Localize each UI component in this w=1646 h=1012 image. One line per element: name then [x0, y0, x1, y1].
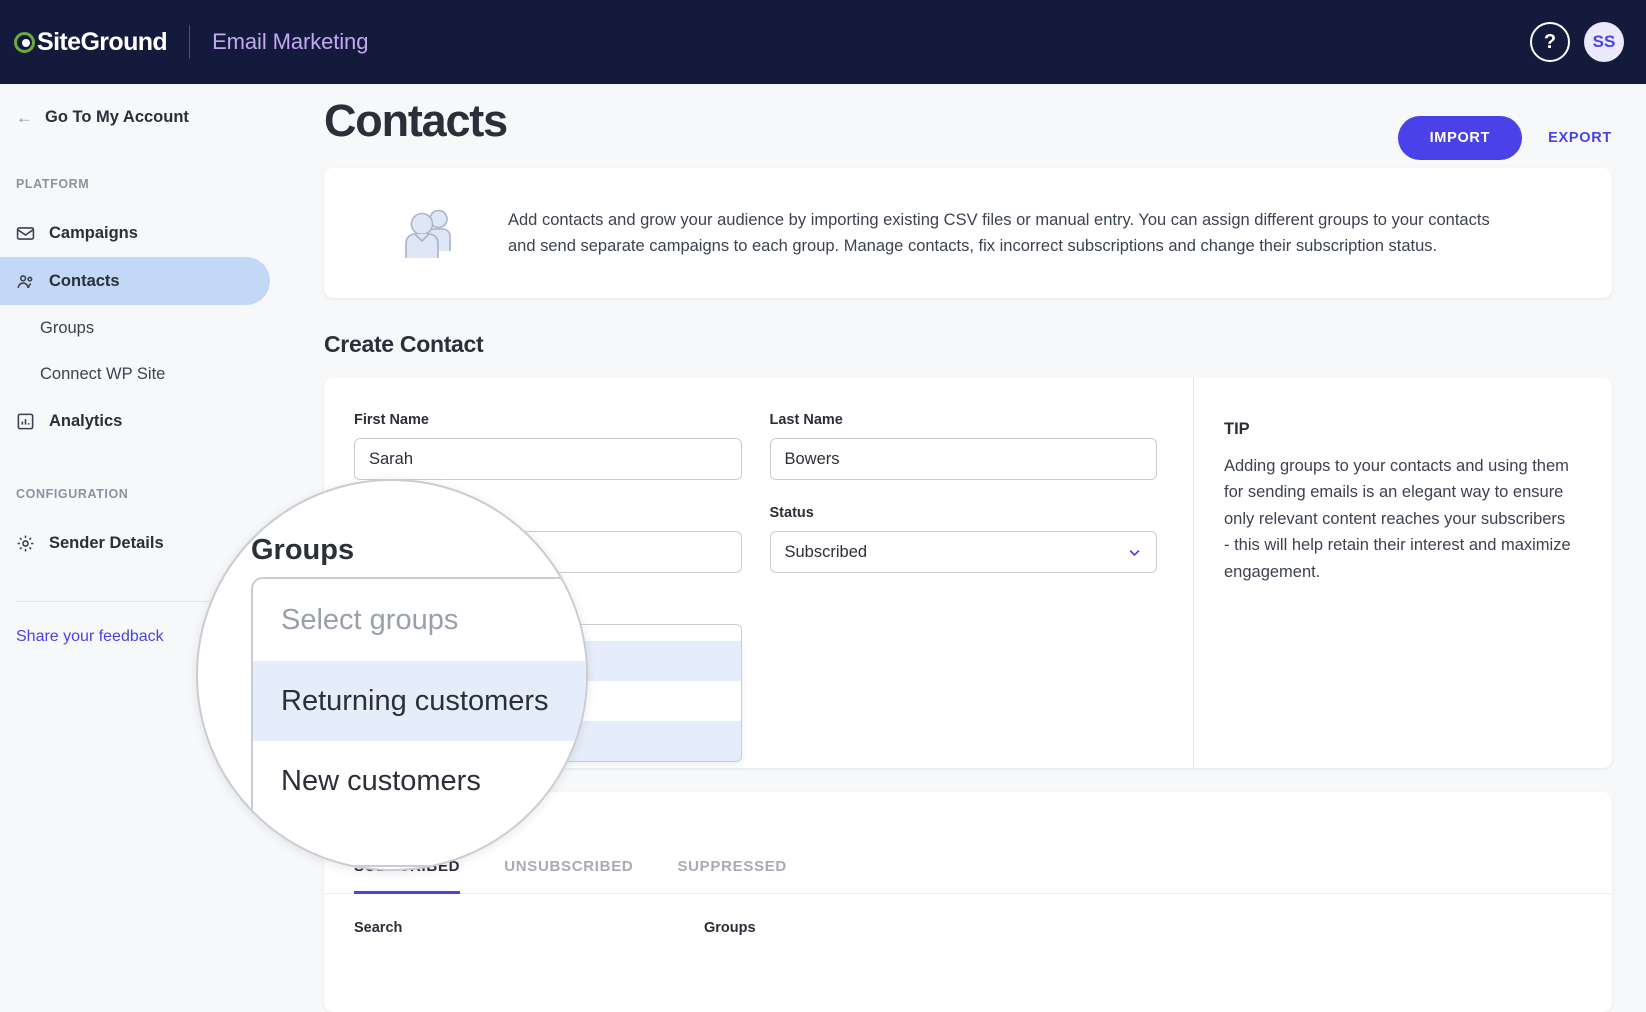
info-banner: Add contacts and grow your audience by i… [324, 168, 1612, 298]
form-row-names: First Name Last Name [354, 412, 1157, 480]
search-filter-group: Search [354, 920, 674, 936]
sidebar-item-label: Campaigns [49, 223, 138, 242]
people-icon [17, 274, 33, 288]
sidebar-item-label: Sender Details [49, 533, 164, 552]
create-contact-heading: Create Contact [324, 331, 484, 357]
avatar[interactable]: SS [1584, 22, 1624, 62]
help-icon[interactable]: ? [1530, 22, 1570, 62]
go-to-my-account-label: Go To My Account [45, 108, 189, 126]
groups-spacer [770, 598, 1158, 666]
tip-panel: TIP Adding groups to your contacts and u… [1194, 378, 1612, 768]
last-name-input[interactable] [769, 438, 1157, 480]
sidebar-item-contacts[interactable]: Contacts [0, 257, 270, 305]
sidebar-section-platform: PLATFORM [16, 177, 90, 191]
status-value: Subscribed [784, 542, 868, 561]
brand-divider [189, 25, 191, 59]
sidebar-item-analytics[interactable]: Analytics [0, 397, 290, 445]
top-header-bar: SiteGround Email Marketing ? SS [0, 0, 1646, 84]
chart-icon [17, 413, 34, 429]
header-actions: ? SS [1530, 22, 1624, 62]
tip-body: Adding groups to your contacts and using… [1224, 457, 1571, 581]
first-name-input[interactable] [354, 438, 742, 480]
siteground-mark-icon [14, 31, 35, 53]
siteground-logo[interactable]: SiteGround [14, 27, 168, 57]
groups-filter-label: Groups [704, 920, 756, 936]
last-name-label: Last Name [769, 412, 843, 428]
sidebar-item-groups[interactable]: Groups [0, 305, 290, 351]
status-select[interactable]: Subscribed [769, 531, 1157, 573]
tab-suppressed[interactable]: SUPPRESSED [677, 858, 787, 894]
go-to-my-account-link[interactable]: ← Go To My Account [0, 100, 290, 135]
status-label: Status [769, 505, 814, 521]
product-name: Email Marketing [212, 29, 369, 54]
status-group: Status Subscribed [769, 505, 1157, 573]
export-button[interactable]: EXPORT [1548, 130, 1612, 146]
magnifier-lens: Groups Select groups Returning customers… [196, 479, 588, 871]
info-illustration [358, 205, 508, 261]
last-name-group: Last Name [769, 412, 1157, 480]
gear-icon [17, 535, 34, 551]
search-label: Search [354, 920, 403, 936]
sidebar-item-label: Contacts [49, 271, 120, 290]
import-button[interactable]: IMPORT [1397, 116, 1523, 160]
arrow-left-icon: ← [16, 108, 33, 127]
sidebar-item-label: Analytics [49, 411, 123, 430]
chevron-down-icon [1129, 549, 1140, 556]
envelope-icon [16, 226, 35, 240]
two-people-icon [405, 209, 451, 258]
magnified-groups-option[interactable]: Returning customers [253, 661, 586, 741]
magnified-groups-label: Groups [251, 534, 355, 566]
first-name-group: First Name [354, 412, 742, 480]
info-banner-text: Add contacts and grow your audience by i… [508, 210, 1490, 255]
brand-area: SiteGround Email Marketing [14, 25, 368, 59]
magnified-groups-option[interactable]: New customers [253, 741, 586, 821]
sidebar-item-campaigns[interactable]: Campaigns [0, 209, 290, 257]
page-header: Contacts IMPORT EXPORT [324, 84, 1612, 168]
page-title: Contacts [324, 95, 508, 146]
magnified-groups-placeholder: Select groups [281, 603, 459, 636]
tip-title: TIP [1224, 420, 1250, 438]
brand-name: SiteGround [37, 27, 168, 56]
groups-filter-group: Groups [704, 920, 1024, 936]
page-header-actions: IMPORT EXPORT [1397, 96, 1612, 160]
subscribers-filters: Search Groups [324, 894, 1612, 936]
first-name-label: First Name [354, 412, 429, 428]
magnified-groups-select: Select groups Returning customers New cu… [251, 577, 586, 867]
magnifier-content: Groups Select groups Returning customers… [198, 481, 586, 869]
sidebar-item-connect-wp-site[interactable]: Connect WP Site [0, 351, 290, 397]
